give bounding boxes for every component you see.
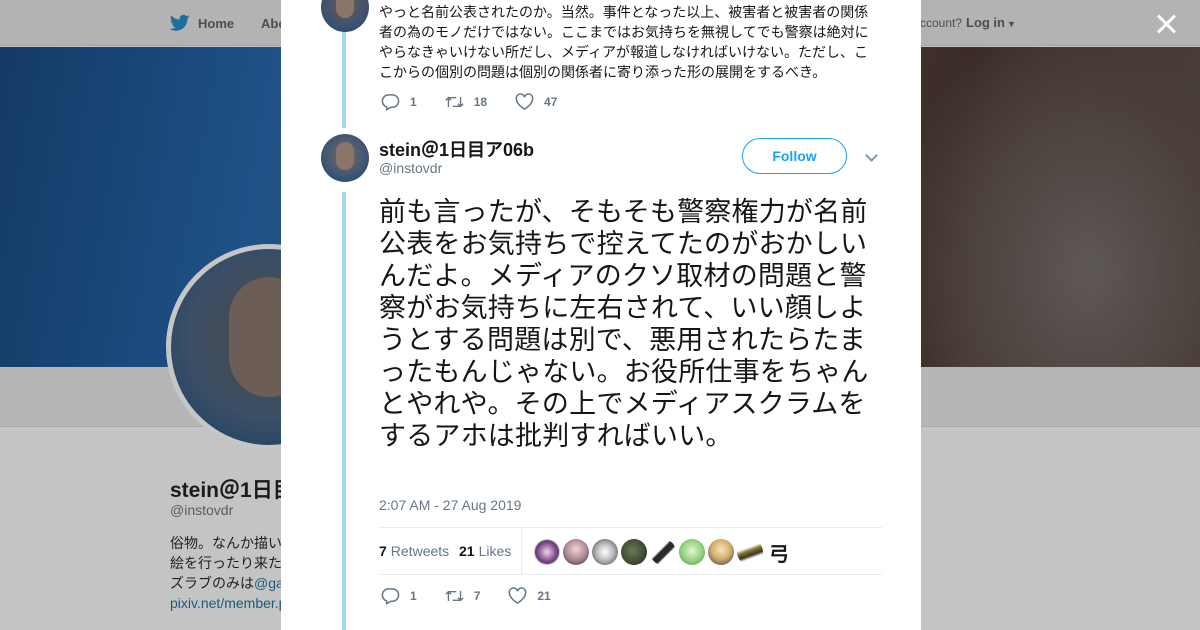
liker-avatar[interactable] xyxy=(563,539,589,565)
heart-icon xyxy=(515,93,534,111)
chevron-down-icon[interactable] xyxy=(865,150,879,164)
liker-avatar[interactable] xyxy=(650,539,676,565)
retweet-count: 7 xyxy=(473,589,481,603)
retweets-stat-label: Retweets xyxy=(390,543,450,559)
tweet-author-handle[interactable]: @instovdr xyxy=(379,160,442,176)
retweet-icon xyxy=(445,96,464,108)
tweet-actions: 1 7 21 xyxy=(381,587,579,605)
login-link[interactable]: Log in ▼ xyxy=(966,15,1016,30)
like-count: 47 xyxy=(544,95,558,109)
liker-avatar[interactable]: 弓 xyxy=(766,539,792,566)
liker-avatars: 弓 xyxy=(534,539,792,566)
reply-count: 1 xyxy=(410,95,417,109)
bio-text: ズラブのみは xyxy=(170,575,254,591)
tweet-timestamp[interactable]: 2:07 AM - 27 Aug 2019 xyxy=(379,497,521,513)
retweet-icon xyxy=(445,590,464,602)
like-button[interactable]: 21 xyxy=(508,587,551,605)
tweet-author-name[interactable]: stein＠1日目ア06b xyxy=(379,136,534,162)
bio-pixiv-link[interactable]: pixiv.net/member.p xyxy=(170,593,281,613)
twitter-bird-icon xyxy=(170,14,190,31)
profile-name: stein＠1日目 xyxy=(170,479,294,502)
thread-connector-line xyxy=(342,192,346,630)
reply-button[interactable]: 1 xyxy=(381,587,417,605)
previous-tweet-avatar[interactable] xyxy=(321,0,369,32)
likes-stat[interactable]: 21 Likes xyxy=(459,543,511,559)
retweet-button[interactable]: 7 xyxy=(445,587,481,605)
follow-button[interactable]: Follow xyxy=(742,138,847,174)
liker-avatar[interactable] xyxy=(592,539,618,565)
liker-avatar[interactable] xyxy=(708,539,734,565)
close-icon[interactable] xyxy=(1154,12,1178,36)
avatar-face xyxy=(336,142,354,170)
tweet-stats: 7 Retweets 21 Likes 弓 xyxy=(379,527,882,575)
reply-button[interactable]: 1 xyxy=(381,93,417,111)
reply-count: 1 xyxy=(410,589,417,603)
like-count: 21 xyxy=(537,589,551,603)
chevron-down-icon: ▼ xyxy=(1007,19,1016,29)
login-label: Log in xyxy=(966,15,1005,30)
liker-avatar[interactable] xyxy=(737,539,763,565)
retweets-stat[interactable]: 7 Retweets xyxy=(379,543,449,559)
likes-stat-label: Likes xyxy=(478,543,512,559)
like-button[interactable]: 47 xyxy=(515,93,557,111)
nav-home-link[interactable]: Home xyxy=(170,14,234,32)
retweet-count: 18 xyxy=(473,95,488,109)
bio-line: 俗物。なんか描い xyxy=(170,535,281,551)
tweet-author-avatar[interactable] xyxy=(321,134,369,182)
profile-handle: @instovdr xyxy=(170,502,234,518)
previous-tweet-actions: 1 18 47 xyxy=(381,93,585,111)
stats-divider xyxy=(521,528,522,574)
reply-icon xyxy=(381,94,400,111)
retweets-stat-count: 7 xyxy=(379,543,387,559)
banner-photo-detail xyxy=(920,47,1200,367)
bio-line: ズラブのみは@ga xyxy=(170,573,281,593)
liker-avatar[interactable] xyxy=(621,539,647,565)
profile-bio: 俗物。なんか描い 絵を行ったり来た ズラブのみは@ga pixiv.net/me… xyxy=(170,533,281,613)
likes-stat-count: 21 xyxy=(459,543,475,559)
heart-icon xyxy=(509,587,527,605)
retweet-button[interactable]: 18 xyxy=(445,93,487,111)
nav-home-label: Home xyxy=(198,15,235,31)
bio-mention-link[interactable]: @ga xyxy=(254,575,281,591)
tweet-text: 前も言ったが、そもそも警察権力が名前公表をお気持ちで控えてたのがおかしいんだよ。… xyxy=(379,197,869,451)
have-account-prompt: ccount? xyxy=(920,16,963,30)
liker-avatar[interactable] xyxy=(534,539,560,565)
avatar-face xyxy=(336,0,354,18)
reply-icon xyxy=(381,588,400,605)
bio-line: 絵を行ったり来た xyxy=(170,555,281,571)
previous-tweet-text: やっと名前公表されたのか。当然。事件となった以上、被害者と被害者の関係者の為のモ… xyxy=(379,4,869,80)
tweet-modal: やっと名前公表されたのか。当然。事件となった以上、被害者と被害者の関係者の為のモ… xyxy=(281,0,921,630)
liker-avatar[interactable] xyxy=(679,539,705,565)
